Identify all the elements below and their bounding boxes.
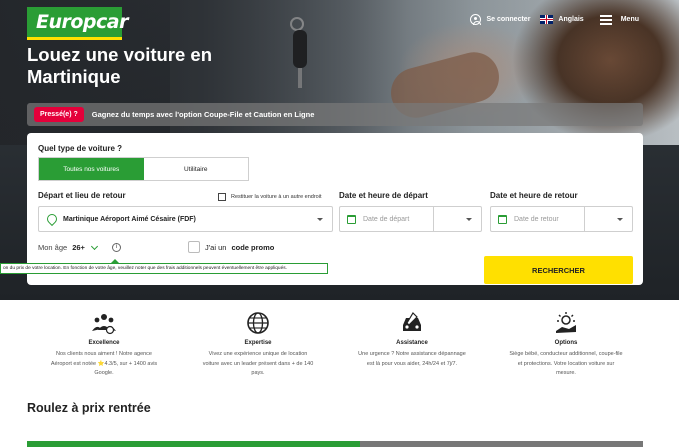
car-repair-icon — [403, 312, 421, 331]
search-button[interactable]: RECHERCHER — [484, 256, 633, 284]
vehicle-type-all[interactable]: Toutes nos voitures — [39, 158, 144, 180]
feature-expertise: Expertise Vivez une expérience unique de… — [188, 310, 328, 379]
features-section: Excellence Nos clients nous aiment ! Not… — [0, 300, 679, 400]
top-navigation: Se connecter Anglais Menu — [470, 14, 639, 25]
section-title: Roulez à prix rentrée — [27, 401, 151, 415]
vehicle-type-utility[interactable]: Utilitaire — [144, 158, 249, 180]
promo-code-prefix: J'ai un — [205, 242, 227, 252]
feature-excellence: Excellence Nos clients nous aiment ! Not… — [34, 310, 174, 379]
feature-title: Assistance — [396, 340, 428, 346]
headline-line-1: Louez une voiture en — [27, 44, 213, 65]
feature-description: Nos clients nous aiment ! Notre agence A… — [50, 351, 158, 376]
vehicle-type-label: Quel type de voiture ? — [38, 144, 123, 153]
vehicle-type-toggle: Toutes nos voitures Utilitaire — [38, 157, 249, 181]
departure-label: Date et heure de départ — [339, 191, 428, 200]
globe-icon — [247, 312, 269, 334]
calendar-icon — [347, 214, 356, 224]
page-title: Louez une voiture en Martinique — [27, 44, 287, 88]
promo-text: Gagnez du temps avec l'option Coupe-File… — [91, 110, 315, 119]
page: Europcar Se connecter Anglais Menu Louez… — [0, 0, 679, 447]
feature-title: Options — [554, 340, 578, 346]
return-elsewhere-option[interactable]: Restituer la voiture à un autre endroit — [218, 193, 322, 201]
europcar-logo[interactable]: Europcar — [27, 7, 128, 40]
age-tooltip: on du prix de votre location. En fonctio… — [0, 263, 328, 274]
chevron-down-icon — [317, 218, 323, 221]
menu-label: Menu — [620, 16, 639, 23]
promo-code-checkbox[interactable] — [188, 241, 200, 253]
language-selector[interactable]: Anglais — [540, 15, 584, 24]
return-date-placeholder: Date de retour — [514, 215, 559, 223]
info-icon[interactable]: i — [111, 243, 121, 252]
logo-text: Europcar — [36, 11, 128, 33]
pickup-location-input[interactable]: Martinique Aéroport Aimé Césaire (FDF) — [38, 206, 333, 232]
location-pin-icon — [47, 214, 55, 224]
departure-time-chevron-icon[interactable] — [466, 218, 472, 221]
age-selector[interactable]: Mon âge 26+ i — [38, 242, 121, 252]
login-link[interactable]: Se connecter — [470, 14, 530, 25]
return-time-chevron-icon[interactable] — [617, 218, 623, 221]
feature-assistance: Assistance Une urgence ? Notre assistanc… — [342, 310, 482, 369]
user-icon — [470, 14, 482, 25]
login-label: Se connecter — [486, 16, 531, 23]
return-date-input[interactable]: Date de retour — [490, 206, 633, 232]
return-elsewhere-label: Restituer la voiture à un autre endroit — [231, 194, 322, 200]
team-icon — [92, 314, 116, 335]
promo-code-option[interactable]: J'ai un code promo — [188, 241, 274, 253]
feature-description: Vivez une expérience unique de location … — [202, 351, 314, 376]
feature-options: Options Siège bébé, conducteur additionn… — [496, 310, 636, 379]
return-elsewhere-checkbox[interactable] — [218, 193, 226, 201]
feature-description: Une urgence ? Notre assistance dépannage… — [358, 351, 466, 367]
feature-description: Siège bébé, conducteur additionnel, coup… — [509, 351, 623, 376]
age-value: 26+ — [72, 243, 85, 252]
departure-date-input[interactable]: Date de départ — [339, 206, 482, 232]
promo-banner[interactable]: Pressé(e) ? Gagnez du temps avec l'optio… — [27, 103, 643, 126]
feature-title: Excellence — [88, 340, 120, 346]
departure-date-placeholder: Date de départ — [363, 215, 410, 223]
search-form: Quel type de voiture ? Toutes nos voitur… — [0, 133, 643, 285]
age-label: Mon âge — [38, 243, 68, 252]
options-icon — [556, 312, 576, 333]
uk-flag-icon — [540, 15, 554, 24]
promo-code-label: code promo — [231, 242, 275, 252]
promo-badge: Pressé(e) ? — [34, 107, 84, 122]
offer-banner[interactable] — [27, 441, 643, 447]
language-label: Anglais — [558, 16, 584, 23]
calendar-icon — [498, 214, 507, 224]
chevron-down-icon — [90, 242, 98, 250]
return-label: Date et heure de retour — [490, 191, 578, 200]
hamburger-icon — [599, 15, 612, 25]
headline-line-2: Martinique — [27, 66, 121, 87]
pickup-location-value: Martinique Aéroport Aimé Césaire (FDF) — [63, 215, 196, 223]
feature-title: Expertise — [244, 340, 272, 346]
menu-button[interactable]: Menu — [599, 15, 639, 25]
pickup-label: Départ et lieu de retour — [38, 191, 126, 200]
